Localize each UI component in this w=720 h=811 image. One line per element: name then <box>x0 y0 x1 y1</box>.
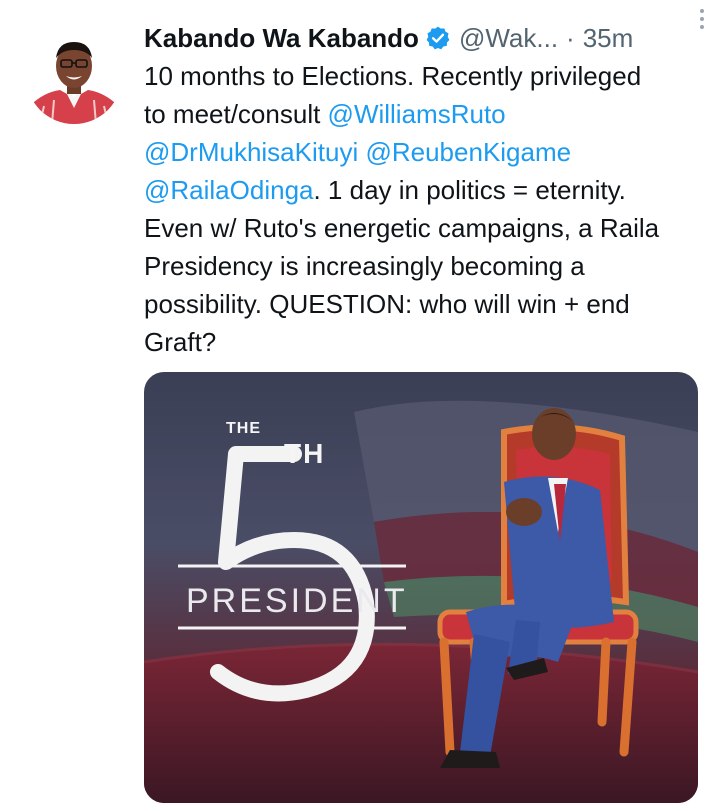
tweet-text-segment: Presidency is increasingly becoming a <box>144 251 585 281</box>
tweet-text-line: @RailaOdinga. 1 day in politics = eterni… <box>144 171 704 209</box>
mention-link[interactable]: @ReubenKigame <box>365 137 571 167</box>
author-name[interactable]: Kabando Wa Kabando <box>144 18 419 58</box>
tweet-text-segment: to meet/consult <box>144 99 328 129</box>
tweet-media-image[interactable]: THE TH PRESIDENT <box>144 372 698 803</box>
tweet-header: Kabando Wa Kabando @Wak... · 35m <box>144 18 704 58</box>
tweet-text-line: Presidency is increasingly becoming a <box>144 247 704 285</box>
poster-president-text: PRESIDENT <box>186 582 408 620</box>
avatar[interactable] <box>26 28 122 124</box>
tweet-text: 10 months to Elections. Recently privile… <box>144 57 704 361</box>
poster-the-text: THE <box>226 420 261 437</box>
tweet-text-line: 10 months to Elections. Recently privile… <box>144 57 704 95</box>
tweet: Kabando Wa Kabando @Wak... · 35m 10 mont… <box>0 0 720 811</box>
tweet-text-segment: Graft? <box>144 327 217 357</box>
tweet-text-segment: 10 months to Elections. Recently privile… <box>144 61 642 91</box>
tweet-text-line: possibility. QUESTION: who will win + en… <box>144 285 704 323</box>
tweet-text-line: to meet/consult @WilliamsRuto <box>144 95 704 133</box>
tweet-text-line: Even w/ Ruto's energetic campaigns, a Ra… <box>144 209 704 247</box>
mention-link[interactable]: @DrMukhisaKituyi <box>144 137 358 167</box>
tweet-text-segment: . 1 day in politics = eternity. <box>313 175 626 205</box>
mention-link[interactable]: @WilliamsRuto <box>328 99 506 129</box>
tweet-text-line: @DrMukhisaKituyi @ReubenKigame <box>144 133 704 171</box>
author-handle[interactable]: @Wak... <box>459 18 558 58</box>
separator-dot: · <box>566 23 575 53</box>
tweet-text-line: Graft? <box>144 323 704 361</box>
tweet-text-segment: Even w/ Ruto's energetic campaigns, a Ra… <box>144 213 660 243</box>
verified-badge-icon <box>425 25 451 51</box>
tweet-text-segment: possibility. QUESTION: who will win + en… <box>144 289 630 319</box>
poster-th-text: TH <box>284 438 326 469</box>
more-options-icon[interactable] <box>690 4 714 34</box>
mention-link[interactable]: @RailaOdinga <box>144 175 313 205</box>
timestamp[interactable]: 35m <box>583 18 634 58</box>
avatar-photo <box>26 28 122 124</box>
